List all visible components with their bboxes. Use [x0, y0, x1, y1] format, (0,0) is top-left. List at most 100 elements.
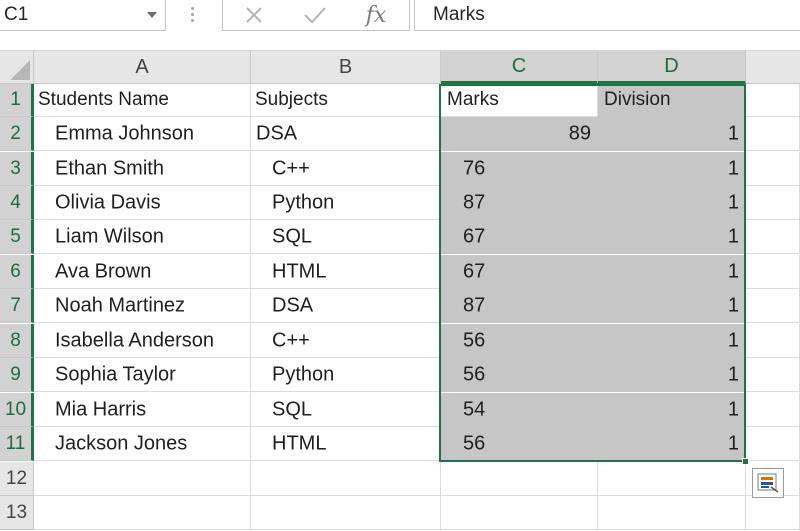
cell[interactable] — [746, 186, 800, 220]
subject-cell[interactable]: HTML — [251, 255, 441, 289]
division-cell[interactable]: 1 — [598, 393, 746, 427]
subject-cell[interactable]: DSA — [251, 117, 441, 151]
cell[interactable] — [441, 496, 598, 530]
marks-cell[interactable]: 56 — [441, 358, 598, 392]
student-name-cell[interactable]: Jackson Jones — [34, 427, 251, 461]
row-header-1[interactable]: 1 — [0, 84, 34, 117]
cell[interactable] — [746, 324, 800, 358]
subject-cell[interactable]: C++ — [251, 324, 441, 358]
row-header-11[interactable]: 11 — [0, 427, 34, 461]
student-name-cell[interactable]: Emma Johnson — [34, 117, 251, 151]
cell[interactable] — [34, 496, 251, 530]
subject-cell[interactable]: C++ — [251, 152, 441, 186]
marks-cell[interactable]: 87 — [441, 186, 598, 220]
fill-handle[interactable] — [742, 458, 749, 465]
marks-cell[interactable]: 67 — [441, 255, 598, 289]
student-name-cell[interactable]: Ava Brown — [34, 255, 251, 289]
cell[interactable] — [34, 462, 251, 496]
row-header-6[interactable]: 6 — [0, 255, 34, 289]
row-header-13[interactable]: 13 — [0, 496, 34, 530]
cell[interactable] — [251, 496, 441, 530]
cell[interactable] — [251, 462, 441, 496]
division-cell[interactable]: 1 — [598, 427, 746, 461]
header-cell-students-name[interactable]: Students Name — [34, 84, 251, 117]
division-cell-text: 1 — [727, 398, 739, 420]
division-cell[interactable]: 1 — [598, 289, 746, 323]
header-cell-subjects[interactable]: Subjects — [251, 84, 441, 117]
row-header-3[interactable]: 3 — [0, 152, 34, 186]
marks-cell[interactable]: 56 — [441, 324, 598, 358]
subject-cell-text: HTML — [272, 260, 327, 282]
chevron-down-icon[interactable] — [147, 12, 157, 18]
division-cell[interactable]: 1 — [598, 255, 746, 289]
student-name-cell[interactable]: Isabella Anderson — [34, 324, 251, 358]
row-header-12[interactable]: 12 — [0, 462, 34, 496]
division-cell[interactable]: 1 — [598, 220, 746, 254]
subject-cell[interactable]: HTML — [251, 427, 441, 461]
name-box[interactable]: C1 — [0, 0, 166, 31]
division-cell[interactable]: 1 — [598, 358, 746, 392]
formula-bar: C1 fx Marks — [0, 0, 800, 31]
fx-icon[interactable]: fx — [361, 2, 391, 28]
marks-cell[interactable]: 56 — [441, 427, 598, 461]
formula-value: Marks — [433, 4, 485, 25]
cell[interactable] — [746, 117, 800, 151]
cell[interactable] — [746, 427, 800, 461]
student-name-cell[interactable]: Olivia Davis — [34, 186, 251, 220]
cell[interactable] — [746, 358, 800, 392]
subject-cell[interactable]: DSA — [251, 289, 441, 323]
subject-cell[interactable]: SQL — [251, 220, 441, 254]
division-cell[interactable]: 1 — [598, 152, 746, 186]
row-header-4[interactable]: 4 — [0, 186, 34, 220]
formula-input[interactable]: Marks — [414, 0, 800, 31]
cell[interactable] — [746, 220, 800, 254]
marks-cell-text: 56 — [463, 329, 486, 351]
row-header-8[interactable]: 8 — [0, 324, 34, 358]
cell[interactable] — [746, 152, 800, 186]
marks-cell[interactable]: 76 — [441, 152, 598, 186]
checkmark-icon[interactable] — [300, 2, 330, 28]
student-name-cell[interactable]: Noah Martinez — [34, 289, 251, 323]
header-cell-marks[interactable]: Marks — [441, 84, 598, 117]
marks-cell[interactable]: 89 — [441, 117, 598, 151]
header-cell-division[interactable]: Division — [598, 84, 746, 117]
division-cell[interactable]: 1 — [598, 324, 746, 358]
row-header-9[interactable]: 9 — [0, 358, 34, 392]
student-name-cell[interactable]: Mia Harris — [34, 393, 251, 427]
subject-cell-text: C++ — [272, 329, 310, 351]
close-icon[interactable] — [239, 2, 269, 28]
column-header-e[interactable] — [746, 51, 800, 84]
row-header-5[interactable]: 5 — [0, 220, 34, 254]
column-header-a[interactable]: A — [34, 51, 251, 84]
row-header-7[interactable]: 7 — [0, 289, 34, 323]
cell[interactable] — [746, 496, 800, 530]
cell[interactable] — [598, 462, 746, 496]
cell[interactable] — [441, 462, 598, 496]
cell[interactable] — [746, 84, 800, 117]
marks-cell-text: 87 — [463, 294, 486, 316]
select-all-button[interactable] — [0, 51, 34, 84]
subject-cell[interactable]: Python — [251, 186, 441, 220]
student-name-cell[interactable]: Liam Wilson — [34, 220, 251, 254]
cell[interactable] — [746, 289, 800, 323]
subject-cell[interactable]: Python — [251, 358, 441, 392]
grip-icon[interactable] — [191, 7, 195, 25]
marks-cell[interactable]: 87 — [441, 289, 598, 323]
quick-analysis-button[interactable] — [752, 468, 784, 498]
marks-cell[interactable]: 67 — [441, 220, 598, 254]
cell[interactable] — [746, 393, 800, 427]
student-name-cell[interactable]: Ethan Smith — [34, 152, 251, 186]
column-header-c[interactable]: C — [441, 51, 598, 84]
column-header-b[interactable]: B — [251, 51, 441, 84]
subject-cell[interactable]: SQL — [251, 393, 441, 427]
marks-cell[interactable]: 54 — [441, 393, 598, 427]
row-header-2[interactable]: 2 — [0, 117, 34, 151]
cell[interactable] — [746, 255, 800, 289]
row-header-10[interactable]: 10 — [0, 393, 34, 427]
division-cell[interactable]: 1 — [598, 186, 746, 220]
student-name-cell[interactable]: Sophia Taylor — [34, 358, 251, 392]
division-cell[interactable]: 1 — [598, 117, 746, 151]
column-header-d[interactable]: D — [598, 51, 746, 84]
student-name-cell-text: Olivia Davis — [55, 191, 161, 213]
cell[interactable] — [598, 496, 746, 530]
